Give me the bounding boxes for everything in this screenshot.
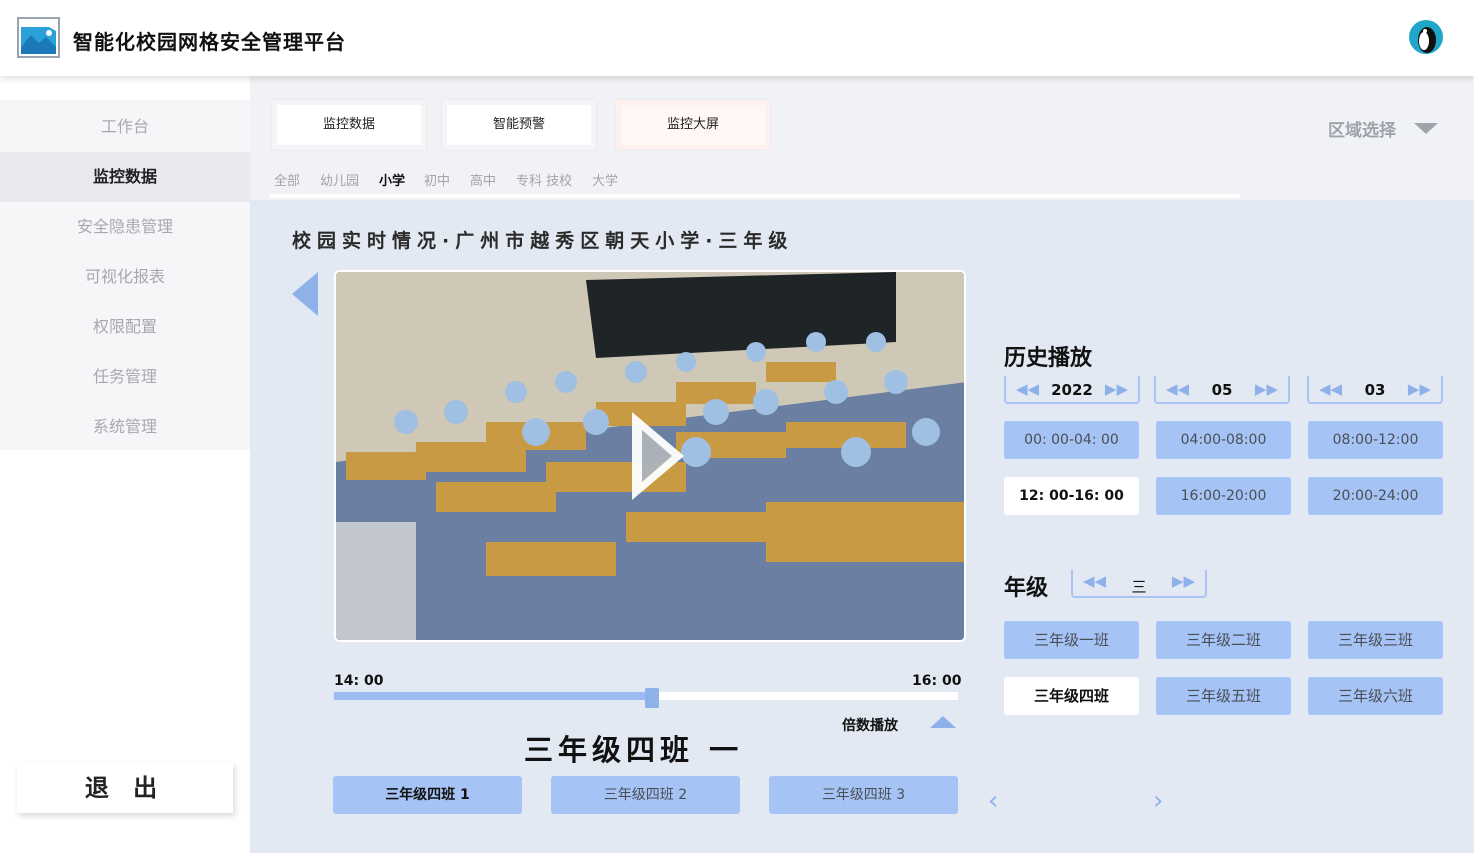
grade-spinner: ◀◀ 三 ▶▶ <box>1071 570 1207 598</box>
time-slot-5[interactable]: 20:00-24:00 <box>1308 477 1443 515</box>
sidebar-item-visual-reports[interactable]: 可视化报表 <box>0 252 250 302</box>
class-button-3[interactable]: 三年级三班 <box>1308 621 1443 659</box>
filter-primary[interactable]: 小学 <box>379 170 405 189</box>
progress-fill <box>334 692 652 700</box>
playback-progress[interactable] <box>334 688 958 708</box>
time-slot-0[interactable]: 00: 00-04: 00 <box>1004 421 1139 459</box>
filter-all[interactable]: 全部 <box>274 170 300 189</box>
time-end: 16: 00 <box>912 673 962 689</box>
filter-kindergarten[interactable]: 幼儿园 <box>320 170 359 189</box>
class-button-5[interactable]: 三年级五班 <box>1156 677 1291 715</box>
app-root: 智能化校园网格安全管理平台 工作台 监控数据 安全隐患管理 可视化报表 权限配置… <box>0 0 1474 853</box>
sidebar-item-tasks[interactable]: 任务管理 <box>0 352 250 402</box>
logo-image-icon <box>17 17 60 58</box>
tab-monitor-screen[interactable]: 监控大屏 <box>616 100 770 150</box>
prev-arrow-icon[interactable] <box>292 272 318 316</box>
class-button-4[interactable]: 三年级四班 <box>1004 677 1139 715</box>
speed-label[interactable]: 倍数播放 <box>842 715 898 735</box>
year-spinner: ◀◀ 2022 ▶▶ <box>1004 376 1140 404</box>
chevron-right-icon[interactable]: › <box>1153 786 1163 816</box>
tab-monitor-data[interactable]: 监控数据 <box>272 100 426 150</box>
filter-vocational[interactable]: 专科 技校 <box>516 170 572 189</box>
double-right-icon[interactable]: ▶▶ <box>1105 380 1128 398</box>
divider <box>270 194 1240 198</box>
time-slot-1[interactable]: 04:00-08:00 <box>1156 421 1291 459</box>
tab-smart-alert[interactable]: 智能预警 <box>442 100 596 150</box>
user-avatar[interactable] <box>1409 20 1443 54</box>
sidebar-item-monitor-data[interactable]: 监控数据 <box>0 152 250 202</box>
video-player[interactable] <box>334 270 966 642</box>
sidebar: 工作台 监控数据 安全隐患管理 可视化报表 权限配置 任务管理 系统管理 <box>0 100 250 450</box>
time-slot-4[interactable]: 16:00-20:00 <box>1156 477 1291 515</box>
filter-junior-high[interactable]: 初中 <box>424 170 450 189</box>
app-title: 智能化校园网格安全管理平台 <box>73 30 346 54</box>
live-title: 校园实时情况·广州市越秀区朝天小学·三年级 <box>292 230 794 252</box>
chevron-down-icon[interactable] <box>1414 123 1438 134</box>
day-spinner: ◀◀ 03 ▶▶ <box>1307 376 1443 404</box>
camera-button-1[interactable]: 三年级四班 1 <box>333 776 522 814</box>
sidebar-item-safety-hazards[interactable]: 安全隐患管理 <box>0 202 250 252</box>
filter-university[interactable]: 大学 <box>592 170 618 189</box>
history-title: 历史播放 <box>1004 346 1093 371</box>
logout-button[interactable]: 退 出 <box>17 763 233 813</box>
time-slot-3[interactable]: 12: 00-16: 00 <box>1004 477 1139 515</box>
class-button-2[interactable]: 三年级二班 <box>1156 621 1291 659</box>
grade-title: 年级 <box>1004 576 1049 601</box>
filter-senior-high[interactable]: 高中 <box>470 170 496 189</box>
class-button-6[interactable]: 三年级六班 <box>1308 677 1443 715</box>
progress-handle[interactable] <box>645 688 659 708</box>
double-right-icon[interactable]: ▶▶ <box>1408 380 1431 398</box>
top-toolbar: 监控数据 智能预警 监控大屏 区域选择 全部 幼儿园 小学 初中 高中 专科 技… <box>250 76 1474 200</box>
chevron-up-icon[interactable] <box>930 716 956 728</box>
time-start: 14: 00 <box>334 673 384 689</box>
month-spinner: ◀◀ 05 ▶▶ <box>1154 376 1290 404</box>
sidebar-item-system[interactable]: 系统管理 <box>0 402 250 452</box>
header: 智能化校园网格安全管理平台 <box>0 0 1474 76</box>
camera-button-3[interactable]: 三年级四班 3 <box>769 776 958 814</box>
sidebar-item-workbench[interactable]: 工作台 <box>0 102 250 152</box>
class-button-1[interactable]: 三年级一班 <box>1004 621 1139 659</box>
double-right-icon[interactable]: ▶▶ <box>1255 380 1278 398</box>
time-slot-2[interactable]: 08:00-12:00 <box>1308 421 1443 459</box>
sidebar-item-permissions[interactable]: 权限配置 <box>0 302 250 352</box>
camera-button-2[interactable]: 三年级四班 2 <box>551 776 740 814</box>
play-icon-inner <box>642 430 672 482</box>
chevron-left-icon[interactable]: ‹ <box>988 786 998 816</box>
double-right-icon[interactable]: ▶▶ <box>1172 572 1195 590</box>
main-panel: 校园实时情况·广州市越秀区朝天小学·三年级 14: 00 16: 00 倍数播放… <box>250 200 1474 853</box>
class-title: 三年级四班 一 <box>524 733 744 767</box>
region-select[interactable]: 区域选择 <box>1328 116 1396 141</box>
